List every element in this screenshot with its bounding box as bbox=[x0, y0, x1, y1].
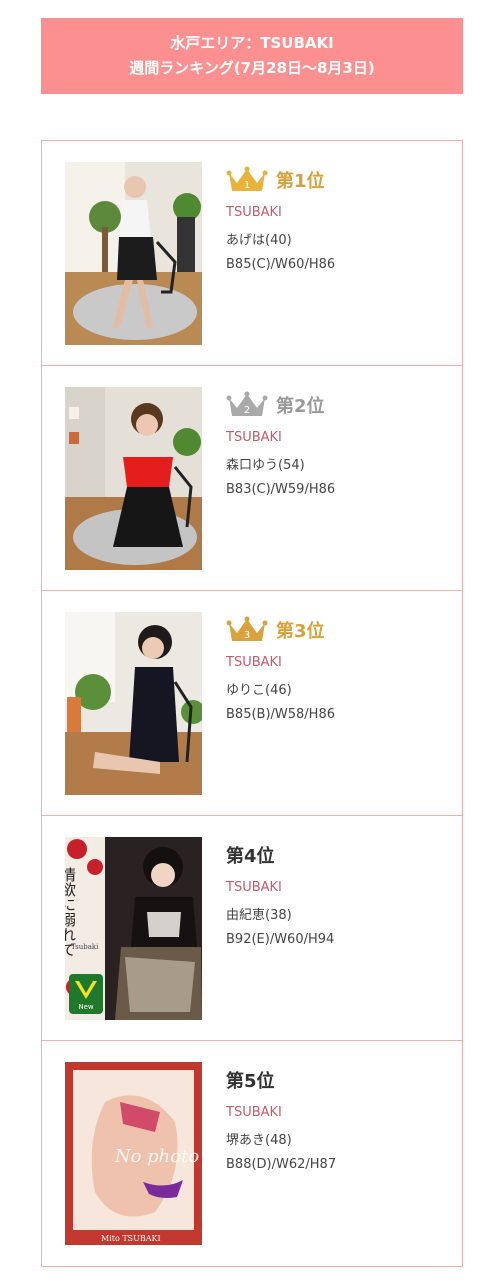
girl-name[interactable]: あげは(40) bbox=[226, 229, 335, 248]
crown-number: 1 bbox=[244, 180, 250, 191]
ranking-item-2[interactable]: 2 第2位 TSUBAKI 森口ゆう(54) B83(C)/W59/H86 bbox=[42, 366, 462, 591]
crown-number: 3 bbox=[244, 630, 250, 641]
ranking-header: 水戸エリア：TSUBAKI 週間ランキング(7月28日〜8月3日) bbox=[41, 18, 463, 94]
no-photo-watermark: No photo bbox=[114, 1146, 199, 1167]
girl-name[interactable]: 堺あき(48) bbox=[226, 1129, 336, 1148]
header-period: 週間ランキング(7月28日〜8月3日) bbox=[129, 59, 375, 77]
ranking-item-5[interactable]: No photo Mito TSUBAKI 第5位 TSUBAKI 堺あき(48… bbox=[42, 1041, 462, 1266]
photo-caption: Mito TSUBAKI bbox=[101, 1234, 161, 1243]
profile-photo[interactable] bbox=[65, 162, 202, 345]
shop-name[interactable]: TSUBAKI bbox=[226, 1105, 336, 1120]
body-size: B85(C)/W60/H86 bbox=[226, 257, 336, 272]
girl-name[interactable]: 森口ゆう(54) bbox=[226, 454, 335, 473]
profile-photo[interactable] bbox=[65, 387, 202, 570]
girl-name[interactable]: 由紀恵(38) bbox=[226, 904, 334, 923]
profile-photo[interactable]: No photo Mito TSUBAKI bbox=[65, 1062, 202, 1245]
ranking-list: 1 第1位 TSUBAKI あげは(40) B85(C)/W60/H86 2 第… bbox=[41, 140, 463, 1267]
shop-name[interactable]: TSUBAKI bbox=[226, 205, 335, 220]
ranking-item-1[interactable]: 1 第1位 TSUBAKI あげは(40) B85(C)/W60/H86 bbox=[42, 141, 462, 366]
gold-crown-icon: 1 bbox=[226, 166, 268, 191]
shop-name[interactable]: TSUBAKI bbox=[226, 655, 335, 670]
new-badge-label: New bbox=[78, 1003, 94, 1011]
rank-label: 第2位 bbox=[276, 396, 325, 417]
rank-label: 第1位 bbox=[276, 171, 325, 192]
crown-number: 2 bbox=[244, 405, 250, 416]
body-size: B85(B)/W58/H86 bbox=[226, 707, 335, 722]
bronze-crown-icon: 3 bbox=[226, 616, 268, 641]
body-size: B83(C)/W59/H86 bbox=[226, 482, 336, 497]
body-size: B92(E)/W60/H94 bbox=[226, 932, 335, 947]
body-size: B88(D)/W62/H87 bbox=[226, 1157, 337, 1172]
silver-crown-icon: 2 bbox=[226, 391, 268, 416]
rank-label: 第4位 bbox=[226, 846, 275, 867]
poster-subtitle: Tsubaki bbox=[71, 943, 99, 951]
profile-photo[interactable]: 情欲に溺れて Tsubaki New bbox=[65, 837, 202, 1020]
rank-label: 第3位 bbox=[276, 621, 325, 642]
shop-name[interactable]: TSUBAKI bbox=[226, 430, 335, 445]
ranking-item-3[interactable]: 3 第3位 TSUBAKI ゆりこ(46) B85(B)/W58/H86 bbox=[42, 591, 462, 816]
ranking-item-4[interactable]: 情欲に溺れて Tsubaki New 第4位 TSUBAKI 由紀恵(38) B… bbox=[42, 816, 462, 1041]
header-area-title: 水戸エリア：TSUBAKI bbox=[170, 34, 334, 52]
rank-label: 第5位 bbox=[226, 1071, 275, 1092]
profile-photo[interactable] bbox=[65, 612, 202, 795]
shop-name[interactable]: TSUBAKI bbox=[226, 880, 334, 895]
girl-name[interactable]: ゆりこ(46) bbox=[226, 679, 335, 698]
